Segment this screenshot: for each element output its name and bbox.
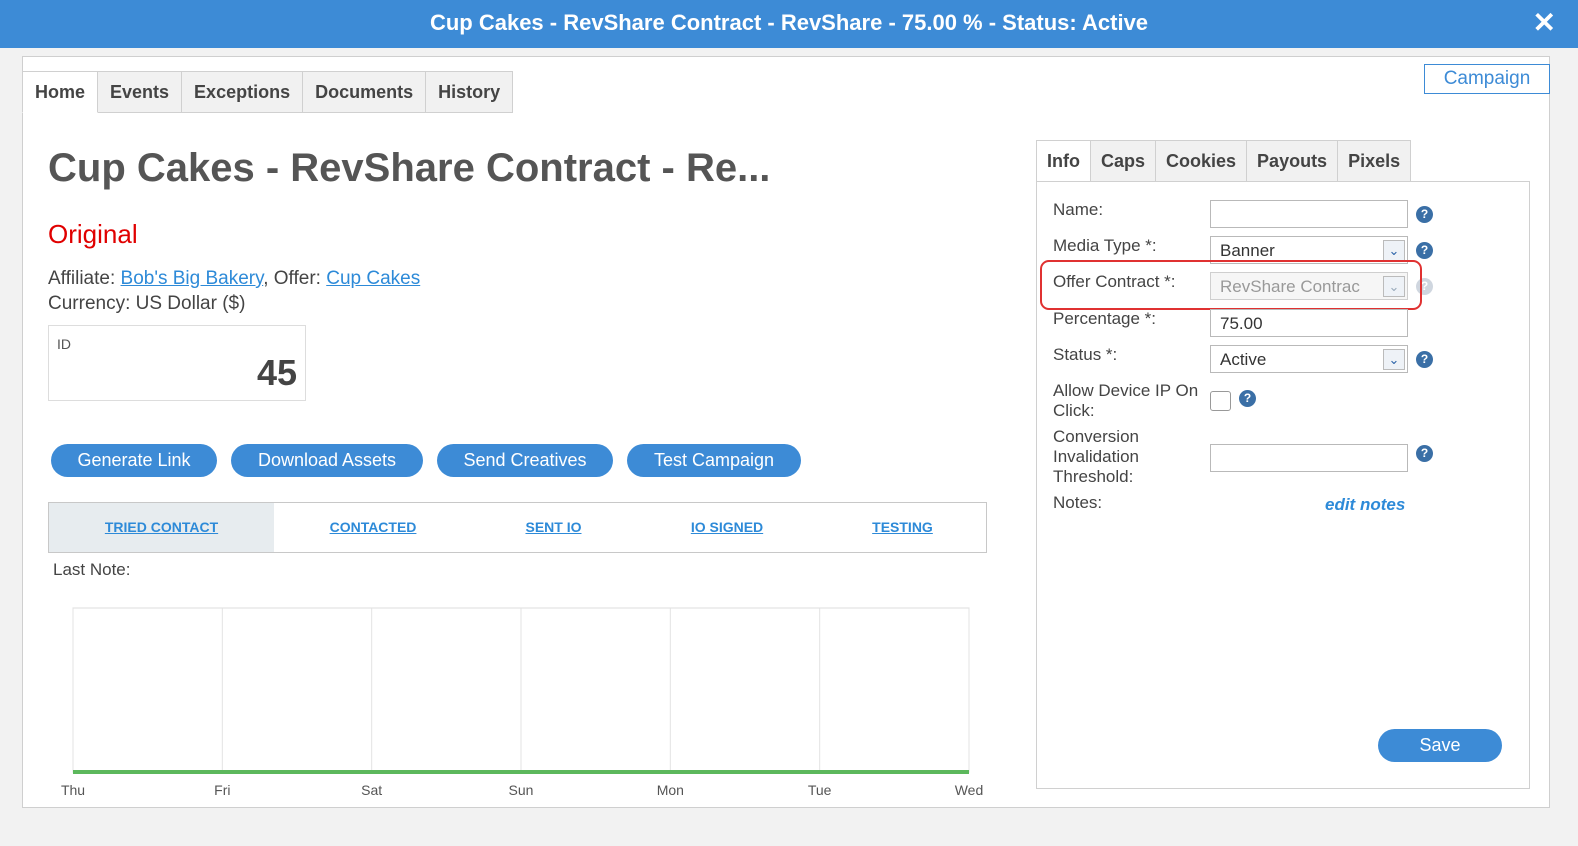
chevron-down-icon[interactable]: ⌄ xyxy=(1383,349,1405,370)
notes-label: Notes: xyxy=(1053,493,1103,512)
affiliate-label: Affiliate: xyxy=(48,268,116,289)
threshold-label: Conversion Invalidation Threshold: xyxy=(1053,427,1140,486)
chevron-down-icon[interactable]: ⌄ xyxy=(1383,240,1405,261)
chart-x-tick-label: Wed xyxy=(955,782,984,798)
activity-chart: Thu Fri Sat Sun Mon Tue Wed xyxy=(61,607,984,798)
tab-pixels[interactable]: Pixels xyxy=(1338,140,1412,182)
name-label: Name: xyxy=(1053,200,1104,219)
id-box: ID 45 xyxy=(48,325,306,401)
chart-x-tick-label: Tue xyxy=(808,782,832,798)
help-icon[interactable]: ? xyxy=(1239,390,1256,407)
tab-payouts[interactable]: Payouts xyxy=(1247,140,1339,182)
stage-tried-contact[interactable]: TRIED CONTACT xyxy=(49,503,274,552)
help-icon[interactable]: ? xyxy=(1416,351,1433,368)
stage-contacted[interactable]: CONTACTED xyxy=(274,503,472,552)
window-title: Cup Cakes - RevShare Contract - RevShare… xyxy=(429,10,1149,35)
main-tabs: Home Events Exceptions Documents History xyxy=(22,71,514,113)
media-type-value: Banner xyxy=(1220,241,1275,260)
download-assets-button[interactable]: Download Assets xyxy=(231,444,423,477)
stage-testing[interactable]: TESTING xyxy=(819,503,986,552)
title-bar: Cup Cakes - RevShare Contract - RevShare… xyxy=(0,0,1578,48)
id-label: ID xyxy=(57,336,71,352)
status-label: Original xyxy=(48,219,138,249)
test-campaign-button[interactable]: Test Campaign xyxy=(627,444,801,477)
tab-history[interactable]: History xyxy=(426,71,514,113)
id-value: 45 xyxy=(256,352,297,393)
tab-events[interactable]: Events xyxy=(98,71,183,113)
chart-x-tick-label: Mon xyxy=(657,782,684,798)
close-icon[interactable]: ✕ xyxy=(1533,8,1556,38)
tab-info[interactable]: Info xyxy=(1036,140,1091,182)
percentage-input[interactable]: 75.00 xyxy=(1210,309,1408,337)
tab-exceptions[interactable]: Exceptions xyxy=(182,71,304,113)
edit-notes-link[interactable]: edit notes xyxy=(1325,495,1405,515)
offer-contract-highlight xyxy=(1040,260,1422,310)
page-title: Cup Cakes - RevShare Contract - Re... xyxy=(48,146,771,190)
chart-x-tick-label: Sun xyxy=(509,782,534,798)
stage-bar: TRIED CONTACT CONTACTED SENT IO IO SIGNE… xyxy=(48,502,987,553)
tab-caps[interactable]: Caps xyxy=(1091,140,1157,182)
help-icon[interactable]: ? xyxy=(1416,445,1433,462)
stage-io-signed[interactable]: IO SIGNED xyxy=(635,503,819,552)
status-value: Active xyxy=(1220,350,1267,369)
percentage-label: Percentage *: xyxy=(1053,309,1157,328)
save-button[interactable]: Save xyxy=(1378,729,1502,762)
last-note-label: Last Note: xyxy=(53,560,131,579)
help-icon[interactable]: ? xyxy=(1416,206,1433,223)
allow-ip-label: Allow Device IP On Click: xyxy=(1053,381,1199,420)
currency-line: Currency: US Dollar ($) xyxy=(48,293,246,314)
affiliate-line: Affiliate: Bob's Big Bakery, Offer: Cup … xyxy=(48,268,421,289)
side-tabs: Info Caps Cookies Payouts Pixels xyxy=(1036,140,1412,182)
tab-home[interactable]: Home xyxy=(22,71,99,113)
name-input[interactable] xyxy=(1210,200,1408,228)
status-label: Status *: xyxy=(1053,345,1118,364)
status-select[interactable]: Active ⌄ xyxy=(1210,345,1408,373)
tab-documents[interactable]: Documents xyxy=(303,71,427,113)
chart-x-tick-label: Thu xyxy=(61,782,85,798)
affiliate-link[interactable]: Bob's Big Bakery xyxy=(121,268,264,289)
help-icon[interactable]: ? xyxy=(1416,242,1433,259)
tab-cookies[interactable]: Cookies xyxy=(1156,140,1248,182)
chart-x-tick-label: Fri xyxy=(214,782,230,798)
allow-ip-checkbox[interactable] xyxy=(1210,391,1231,411)
stage-sent-io[interactable]: SENT IO xyxy=(472,503,635,552)
offer-link[interactable]: Cup Cakes xyxy=(326,268,420,289)
chart-x-tick-label: Sat xyxy=(361,782,382,798)
offer-label: Offer: xyxy=(273,268,321,289)
threshold-input[interactable] xyxy=(1210,444,1408,472)
campaign-button[interactable]: Campaign xyxy=(1424,64,1550,94)
send-creatives-button[interactable]: Send Creatives xyxy=(437,444,613,477)
media-type-label: Media Type *: xyxy=(1053,236,1157,255)
generate-link-button[interactable]: Generate Link xyxy=(51,444,217,477)
